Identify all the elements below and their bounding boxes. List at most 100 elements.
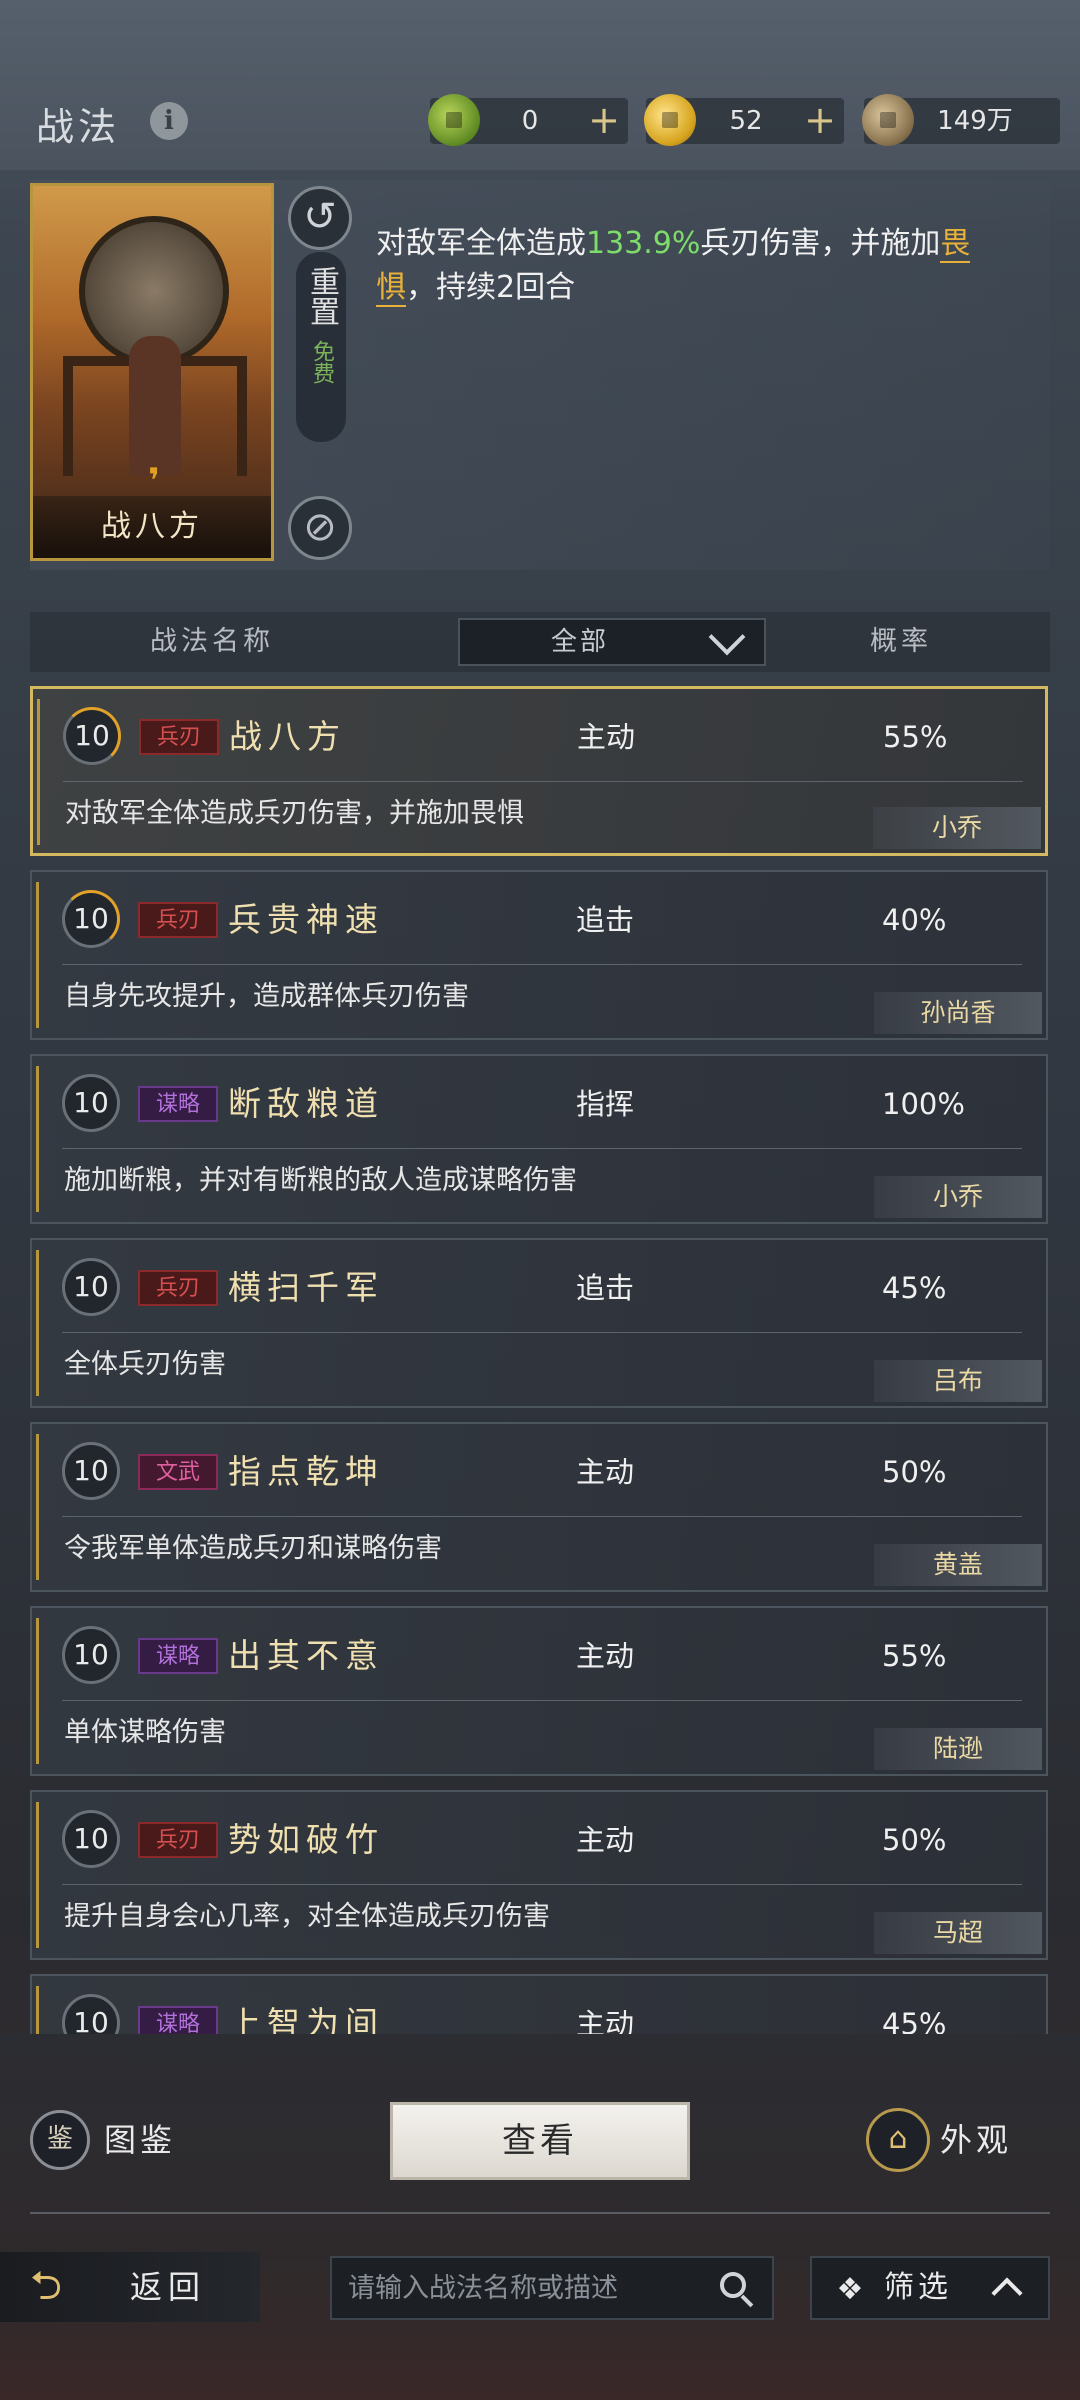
currency-copper-value: 149万 [937,106,1013,136]
skill-row[interactable]: 10 兵刃 兵贵神速 追击 40% 自身先攻提升，造成群体兵刃伤害 孙尚香 [30,870,1048,1040]
skill-description: 对敌军全体造成兵刃伤害，并施加畏惧 [65,798,524,829]
skill-description: 施加断粮，并对有断粮的敌人造成谋略伤害 [64,1165,577,1196]
catalog-icon: 鉴 [30,2110,90,2170]
info-icon[interactable]: i [150,102,188,140]
desc-text-pre: 对敌军全体造成 [376,226,586,261]
skill-activation-type: 主动 [576,1639,635,1673]
column-prob-header: 概率 [870,626,932,657]
disassemble-button[interactable]: ⊘ [288,496,352,560]
skill-row[interactable]: 10 谋略 断敌粮道 指挥 100% 施加断粮，并对有断粮的敌人造成谋略伤害 小乔 [30,1054,1048,1224]
skill-level-badge: 10 [63,707,121,765]
skill-probability: 40% [882,903,947,937]
skill-probability: 100% [882,1087,965,1121]
skill-name: 战八方 [229,717,346,756]
row-divider [63,781,1023,782]
skill-level-badge: 10 [62,1442,120,1500]
skill-type-tag: 谋略 [138,2006,218,2034]
skill-name: 势如破竹 [228,1820,384,1859]
desc-text-post: ，持续2回合 [406,270,576,305]
skill-activation-type: 指挥 [576,1087,635,1121]
add-jade-button[interactable]: + [588,98,620,144]
currency-jade: 0 + [428,94,628,146]
slash-icon: ⊘ [303,504,337,550]
row-divider [62,1516,1022,1517]
type-filter-dropdown[interactable]: 全部 [458,618,766,666]
search-input[interactable] [348,2258,708,2318]
skill-type-tag: 兵刃 [139,719,219,755]
copper-coin-icon [862,94,914,146]
skill-type-tag: 谋略 [138,1638,218,1674]
skill-row[interactable]: 10 谋略 出其不意 主动 55% 单体谋略伤害 陆逊 [30,1606,1048,1776]
skill-owner-tag[interactable]: 黄盖 [874,1544,1042,1586]
skill-type-tag: 文武 [138,1454,218,1490]
skill-level-badge: 10 [62,1810,120,1868]
skill-probability: 45% [882,1271,947,1305]
skill-level-badge: 10 [62,1994,120,2034]
appearance-button[interactable]: ⌂ 外观 [866,2108,1066,2172]
column-name-header: 战法名称 [150,626,274,657]
search-box[interactable] [330,2256,774,2320]
currency-gold-value: 52 [729,106,763,136]
search-icon[interactable] [720,2272,754,2308]
back-arrow-icon: ⮌ [30,2263,63,2309]
skill-probability: 50% [882,1455,947,1489]
skill-owner-tag[interactable]: 小乔 [873,807,1041,849]
skill-activation-type: 追击 [576,903,635,937]
filter-diamond-icon: ❖ [836,2272,864,2307]
skill-owner-tag[interactable]: 小乔 [874,1176,1042,1218]
skill-owner-tag[interactable]: 陆逊 [874,1728,1042,1770]
skill-name: 断敌粮道 [228,1084,384,1123]
reset-free-label: 免费 [309,340,334,384]
catalog-label: 图鉴 [104,2121,177,2159]
row-divider [62,1332,1022,1333]
skill-level-badge: 10 [62,890,120,948]
currency-copper: 149万 [862,94,1060,146]
featured-card-name: 战八方 [33,496,271,558]
skill-row[interactable]: 10 文武 指点乾坤 主动 50% 令我军单体造成兵刃和谋略伤害 黄盖 [30,1422,1048,1592]
skill-level-badge: 10 [62,1074,120,1132]
skill-name: 指点乾坤 [228,1452,384,1491]
skill-list[interactable]: 10 兵刃 战八方 主动 55% 对敌军全体造成兵刃伤害，并施加畏惧 小乔 10 兵刃 兵贵神速追… [30,686,1050,2034]
skill-type-tag: 兵刃 [138,902,218,938]
skill-owner-tag[interactable]: 吕布 [874,1360,1042,1402]
back-label: 返回 [130,2268,207,2306]
filter-label: 筛选 [884,2270,952,2305]
skill-type-tag: 兵刃 [138,1270,218,1306]
reset-label-panel[interactable]: 重置 免费 [296,252,346,442]
skill-owner-tag[interactable]: 孙尚香 [874,992,1042,1034]
appearance-label: 外观 [940,2121,1013,2159]
bottom-panel [0,2034,1080,2400]
currency-gold: 52 + [644,94,844,146]
skill-probability: 55% [882,1639,947,1673]
quality-mark-icon: ❜ [148,461,160,501]
row-divider [62,964,1022,965]
skill-name: 上智为间 [228,2004,384,2034]
currency-jade-value: 0 [521,106,539,136]
view-button[interactable]: 查看 [390,2102,690,2180]
reset-icon: ↺ [303,194,337,240]
featured-skill-card[interactable]: ❜ 战八方 [30,183,274,561]
skill-description: 全体兵刃伤害 [64,1349,226,1380]
skill-description: 自身先攻提升，造成群体兵刃伤害 [64,981,469,1012]
skill-level-badge: 10 [62,1626,120,1684]
filter-button[interactable]: ❖ 筛选 [810,2256,1050,2320]
reset-button[interactable]: ↺ [288,186,352,250]
skill-row[interactable]: 10 兵刃 横扫千军 追击 45% 全体兵刃伤害 吕布 [30,1238,1048,1408]
skill-type-tag: 谋略 [138,1086,218,1122]
divider [30,2212,1050,2214]
desc-text-mid: 兵刃伤害，并施加 [700,226,941,261]
skill-activation-type: 主动 [577,720,636,754]
chevron-up-icon [991,2277,1023,2309]
gold-coin-icon [644,94,696,146]
skill-activation-type: 主动 [576,2007,635,2034]
jade-coin-icon [428,94,480,146]
skill-row[interactable]: 10 兵刃 势如破竹 主动 50% 提升自身会心几率，对全体造成兵刃伤害 马超 [30,1790,1048,1960]
skill-name: 出其不意 [228,1636,384,1675]
type-filter-value: 全部 [550,627,609,657]
back-button[interactable]: ⮌ 返回 [0,2252,260,2322]
add-gold-button[interactable]: + [804,98,836,144]
skill-owner-tag[interactable]: 马超 [874,1912,1042,1954]
skill-row[interactable]: 10 谋略 上智为间 主动 45% [30,1974,1048,2034]
skill-row[interactable]: 10 兵刃 战八方 主动 55% 对敌军全体造成兵刃伤害，并施加畏惧 小乔 [30,686,1048,856]
desc-percent: 133.9% [586,226,701,261]
